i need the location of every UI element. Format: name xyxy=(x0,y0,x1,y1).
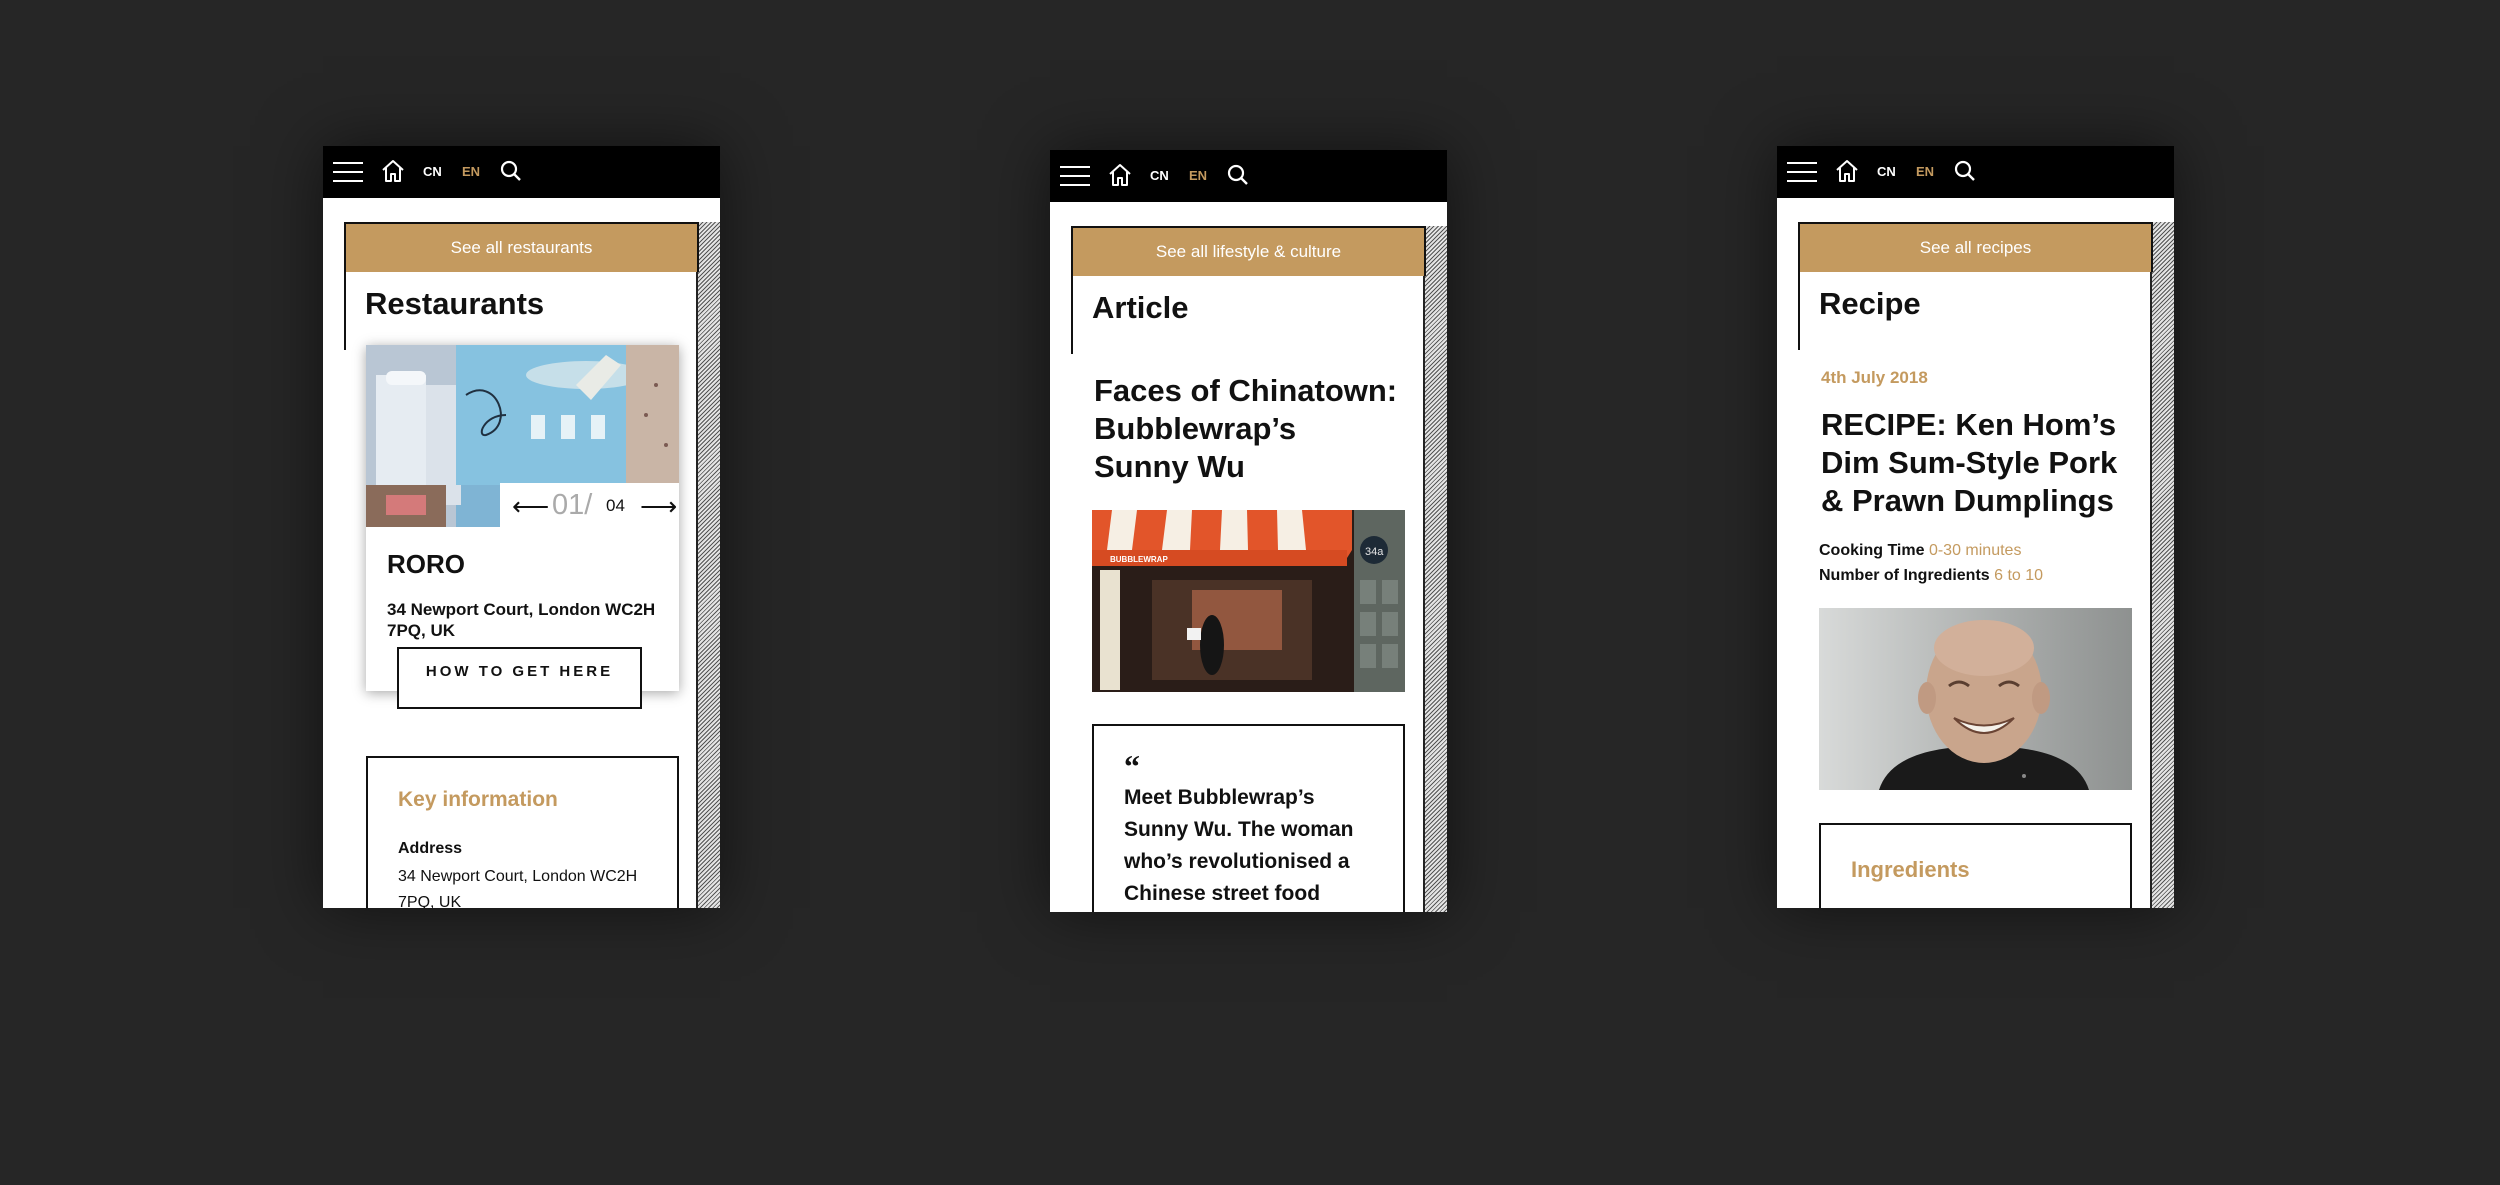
decorative-hatch-border xyxy=(1423,226,1447,912)
see-all-lifestyle-button[interactable]: See all lifestyle & culture xyxy=(1073,228,1426,276)
cooking-time-value: 0-30 minutes xyxy=(1928,542,2022,559)
article-photo: BUBBLEWRAP 34a xyxy=(1092,510,1405,692)
top-nav-bar: CN EN xyxy=(323,146,720,198)
home-icon[interactable] xyxy=(1834,158,1860,184)
top-nav-bar: CN EN xyxy=(1050,150,1447,202)
phone-screen-recipe: CN EN See all recipes Recipe 4th July 20… xyxy=(1777,146,2174,908)
lang-en-link[interactable]: EN xyxy=(462,164,480,179)
pager-total: 04 xyxy=(606,496,625,515)
arrow-left-icon[interactable]: ⟵ xyxy=(512,491,549,522)
restaurant-card[interactable]: ⟵ 01/ 04 ⟶ RORO 34 Newport Court, London… xyxy=(366,345,679,691)
ingredients-title: Ingredients xyxy=(1851,857,1970,882)
how-to-get-here-button[interactable]: HOW TO GET HERE xyxy=(397,647,642,709)
article-headline[interactable]: Faces of Chinatown: Bubblewrap’s Sunny W… xyxy=(1094,372,1399,486)
pull-quote-box: “ Meet Bubblewrap’s Sunny Wu. The woman … xyxy=(1092,724,1405,912)
ingredients-count-row: Number of Ingredients 6 to 10 xyxy=(1819,567,2043,585)
chef-portrait-photo xyxy=(1819,608,2132,790)
hamburger-menu-icon[interactable] xyxy=(1787,161,1817,183)
pull-quote-text: Meet Bubblewrap’s Sunny Wu. The woman wh… xyxy=(1124,786,1354,905)
section-title: Restaurants xyxy=(365,286,545,321)
address-value: 34 Newport Court, London WC2H 7PQ, UK xyxy=(398,868,638,908)
lang-cn-link[interactable]: CN xyxy=(1150,168,1169,183)
image-pager: ⟵ 01/ 04 ⟶ xyxy=(500,483,679,527)
shop-number-text: 34a xyxy=(1365,546,1384,558)
section-title: Article xyxy=(1092,290,1189,325)
lang-cn-link[interactable]: CN xyxy=(1877,164,1896,179)
cooking-time-row: Cooking Time 0-30 minutes xyxy=(1819,542,2021,560)
search-icon[interactable] xyxy=(1227,164,1249,186)
home-icon[interactable] xyxy=(1107,162,1133,188)
pager-current: 01/ xyxy=(552,489,593,521)
address-label: Address xyxy=(398,840,463,857)
recipe-headline[interactable]: RECIPE: Ken Hom’s Dim Sum-Style Pork & P… xyxy=(1821,406,2126,520)
arrow-right-icon[interactable]: ⟶ xyxy=(640,491,677,522)
lang-en-link[interactable]: EN xyxy=(1916,164,1934,179)
cooking-time-label: Cooking Time xyxy=(1819,542,1925,559)
lang-en-link[interactable]: EN xyxy=(1189,168,1207,183)
quote-icon: “ xyxy=(1124,748,1140,784)
ingredients-count-value: 6 to 10 xyxy=(1994,567,2044,584)
key-information-box: Key information Address 34 Newport Court… xyxy=(366,756,679,908)
see-all-recipes-button[interactable]: See all recipes xyxy=(1800,224,2153,272)
restaurant-name: RORO xyxy=(387,549,465,579)
ingredients-count-label: Number of Ingredients xyxy=(1819,567,1990,584)
search-icon[interactable] xyxy=(500,160,522,182)
ingredients-box: Ingredients xyxy=(1819,823,2132,908)
key-information-title: Key information xyxy=(398,788,558,811)
lang-cn-link[interactable]: CN xyxy=(423,164,442,179)
search-icon[interactable] xyxy=(1954,160,1976,182)
section-title: Recipe xyxy=(1819,286,1921,321)
hamburger-menu-icon[interactable] xyxy=(1060,165,1090,187)
phone-screen-restaurants: CN EN See all restaurants Restaurants ⟵ … xyxy=(323,146,720,908)
recipe-date: 4th July 2018 xyxy=(1821,368,1928,387)
top-nav-bar: CN EN xyxy=(1777,146,2174,198)
decorative-hatch-border xyxy=(696,222,720,908)
restaurant-address: 34 Newport Court, London WC2H 7PQ, UK xyxy=(387,600,656,640)
decorative-hatch-border xyxy=(2150,222,2174,908)
see-all-restaurants-button[interactable]: See all restaurants xyxy=(346,224,699,272)
awning-sign-text: BUBBLEWRAP xyxy=(1110,555,1168,564)
phone-screen-article: CN EN See all lifestyle & culture Articl… xyxy=(1050,150,1447,912)
home-icon[interactable] xyxy=(380,158,406,184)
hamburger-menu-icon[interactable] xyxy=(333,161,363,183)
